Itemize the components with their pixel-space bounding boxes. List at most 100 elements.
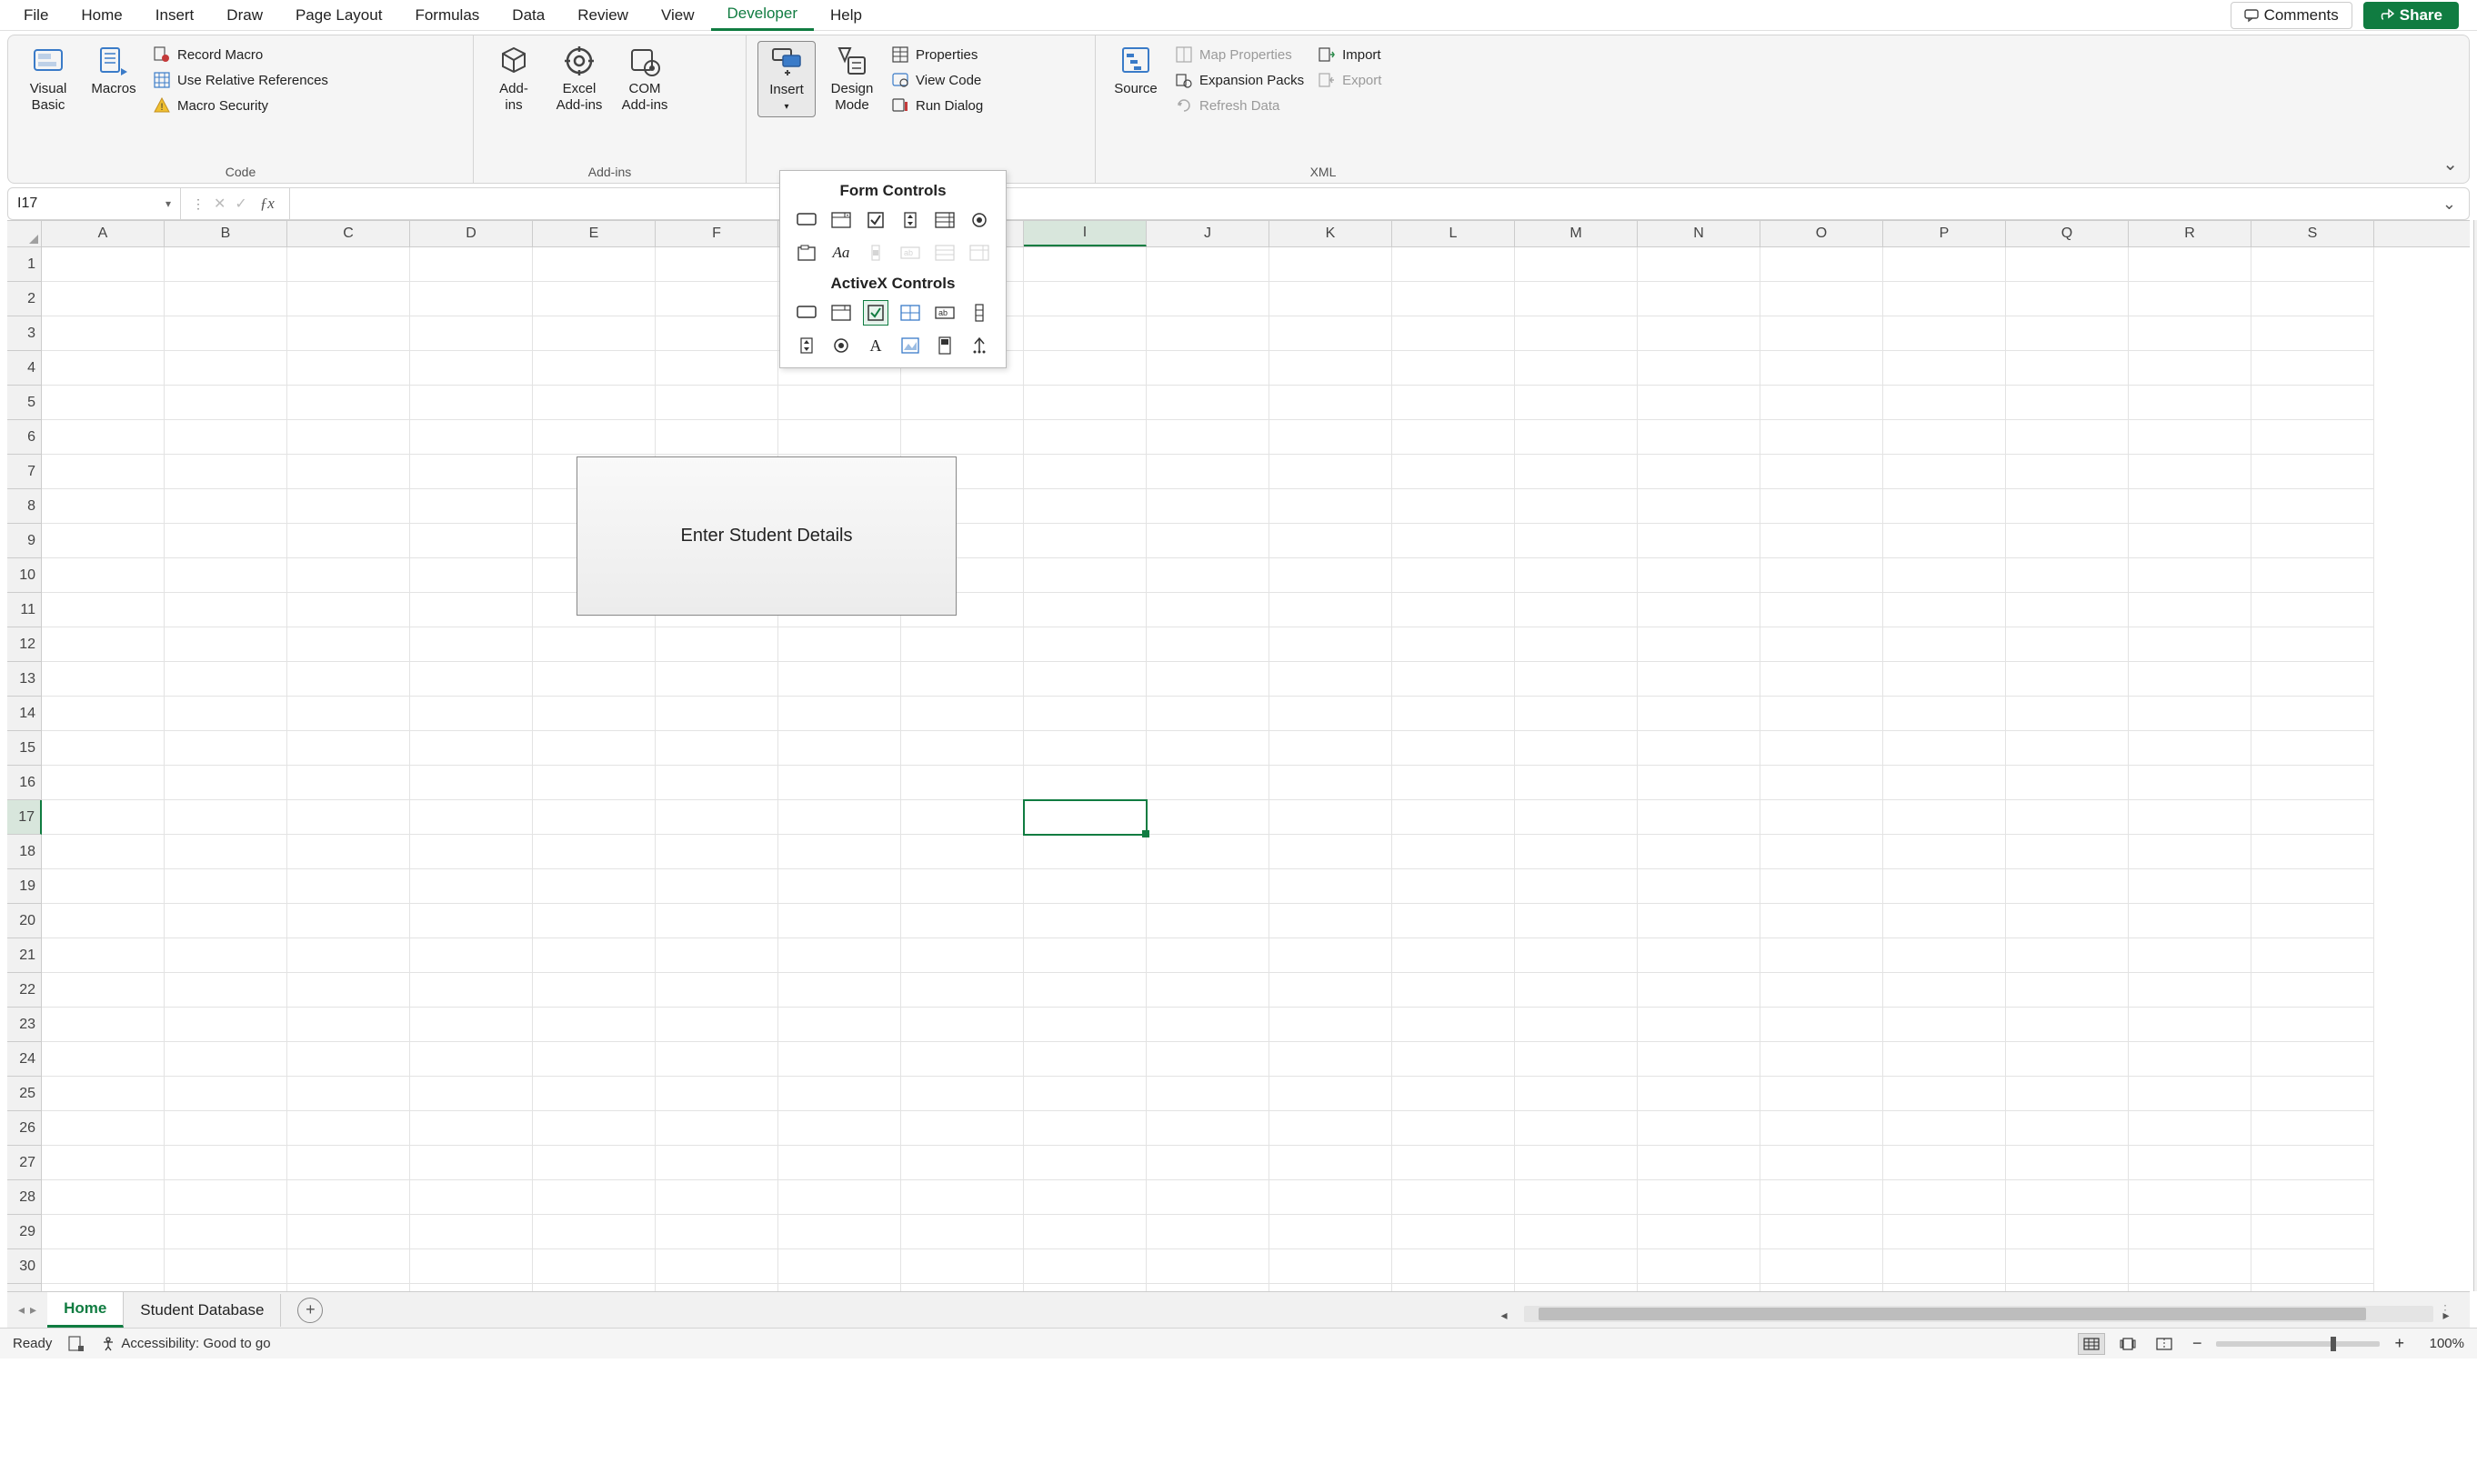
cell-Q31[interactable] (2006, 1284, 2129, 1291)
row-header-15[interactable]: 15 (7, 731, 42, 766)
share-button[interactable]: Share (2363, 2, 2459, 29)
cell-S17[interactable] (2251, 800, 2374, 835)
cell-B26[interactable] (165, 1111, 287, 1146)
cell-F12[interactable] (656, 627, 778, 662)
cell-J26[interactable] (1147, 1111, 1269, 1146)
cell-N26[interactable] (1638, 1111, 1760, 1146)
cell-J17[interactable] (1147, 800, 1269, 835)
cell-A6[interactable] (42, 420, 165, 455)
column-header-O[interactable]: O (1760, 221, 1883, 246)
column-header-N[interactable]: N (1638, 221, 1760, 246)
cell-D18[interactable] (410, 835, 533, 869)
cell-R31[interactable] (2129, 1284, 2251, 1291)
cell-Q30[interactable] (2006, 1249, 2129, 1284)
cell-P6[interactable] (1883, 420, 2006, 455)
cell-S12[interactable] (2251, 627, 2374, 662)
cell-P31[interactable] (1883, 1284, 2006, 1291)
cell-O2[interactable] (1760, 282, 1883, 316)
row-header-6[interactable]: 6 (7, 420, 42, 455)
cell-E27[interactable] (533, 1146, 656, 1180)
cell-J7[interactable] (1147, 455, 1269, 489)
cell-G20[interactable] (778, 904, 901, 938)
cell-E3[interactable] (533, 316, 656, 351)
cell-I25[interactable] (1024, 1077, 1147, 1111)
cell-L3[interactable] (1392, 316, 1515, 351)
cell-Q23[interactable] (2006, 1008, 2129, 1042)
cell-N2[interactable] (1638, 282, 1760, 316)
cell-B14[interactable] (165, 697, 287, 731)
cell-B20[interactable] (165, 904, 287, 938)
cell-D16[interactable] (410, 766, 533, 800)
cell-B13[interactable] (165, 662, 287, 697)
cell-F2[interactable] (656, 282, 778, 316)
cell-J10[interactable] (1147, 558, 1269, 593)
cell-B31[interactable] (165, 1284, 287, 1291)
cell-S21[interactable] (2251, 938, 2374, 973)
cell-A9[interactable] (42, 524, 165, 558)
cell-F18[interactable] (656, 835, 778, 869)
cell-H26[interactable] (901, 1111, 1024, 1146)
cell-K23[interactable] (1269, 1008, 1392, 1042)
cell-N1[interactable] (1638, 247, 1760, 282)
cell-R2[interactable] (2129, 282, 2251, 316)
cell-G31[interactable] (778, 1284, 901, 1291)
cell-A20[interactable] (42, 904, 165, 938)
cell-L28[interactable] (1392, 1180, 1515, 1215)
cell-O18[interactable] (1760, 835, 1883, 869)
cell-Q17[interactable] (2006, 800, 2129, 835)
cell-M12[interactable] (1515, 627, 1638, 662)
cell-G29[interactable] (778, 1215, 901, 1249)
cell-P17[interactable] (1883, 800, 2006, 835)
cell-K4[interactable] (1269, 351, 1392, 386)
cell-C20[interactable] (287, 904, 410, 938)
cell-G25[interactable] (778, 1077, 901, 1111)
cell-N16[interactable] (1638, 766, 1760, 800)
cell-B15[interactable] (165, 731, 287, 766)
cell-L24[interactable] (1392, 1042, 1515, 1077)
cell-G26[interactable] (778, 1111, 901, 1146)
cell-H17[interactable] (901, 800, 1024, 835)
cell-P26[interactable] (1883, 1111, 2006, 1146)
cell-C22[interactable] (287, 973, 410, 1008)
cell-B5[interactable] (165, 386, 287, 420)
cell-D1[interactable] (410, 247, 533, 282)
cell-C28[interactable] (287, 1180, 410, 1215)
cell-P27[interactable] (1883, 1146, 2006, 1180)
cell-Q2[interactable] (2006, 282, 2129, 316)
cell-G6[interactable] (778, 420, 901, 455)
cell-H27[interactable] (901, 1146, 1024, 1180)
row-header-1[interactable]: 1 (7, 247, 42, 282)
cell-F21[interactable] (656, 938, 778, 973)
cell-F1[interactable] (656, 247, 778, 282)
cell-A3[interactable] (42, 316, 165, 351)
cell-L9[interactable] (1392, 524, 1515, 558)
cell-P19[interactable] (1883, 869, 2006, 904)
cell-S9[interactable] (2251, 524, 2374, 558)
cell-R24[interactable] (2129, 1042, 2251, 1077)
cell-Q12[interactable] (2006, 627, 2129, 662)
cell-S5[interactable] (2251, 386, 2374, 420)
cell-A14[interactable] (42, 697, 165, 731)
cell-G23[interactable] (778, 1008, 901, 1042)
cell-K1[interactable] (1269, 247, 1392, 282)
menu-view[interactable]: View (645, 1, 711, 30)
cell-D22[interactable] (410, 973, 533, 1008)
cell-C29[interactable] (287, 1215, 410, 1249)
visual-basic-button[interactable]: Visual Basic (19, 41, 77, 117)
select-all-corner[interactable] (7, 221, 42, 246)
label-icon[interactable]: Aa (828, 240, 854, 266)
cell-G27[interactable] (778, 1146, 901, 1180)
cell-A27[interactable] (42, 1146, 165, 1180)
cell-I28[interactable] (1024, 1180, 1147, 1215)
cell-B27[interactable] (165, 1146, 287, 1180)
cell-M10[interactable] (1515, 558, 1638, 593)
cell-D28[interactable] (410, 1180, 533, 1215)
enter-student-details-button[interactable]: Enter Student Details (577, 456, 957, 616)
cell-K5[interactable] (1269, 386, 1392, 420)
cell-I23[interactable] (1024, 1008, 1147, 1042)
cell-E12[interactable] (533, 627, 656, 662)
cell-N4[interactable] (1638, 351, 1760, 386)
row-header-29[interactable]: 29 (7, 1215, 42, 1249)
excel-addins-button[interactable]: Excel Add-ins (550, 41, 608, 117)
cell-M23[interactable] (1515, 1008, 1638, 1042)
